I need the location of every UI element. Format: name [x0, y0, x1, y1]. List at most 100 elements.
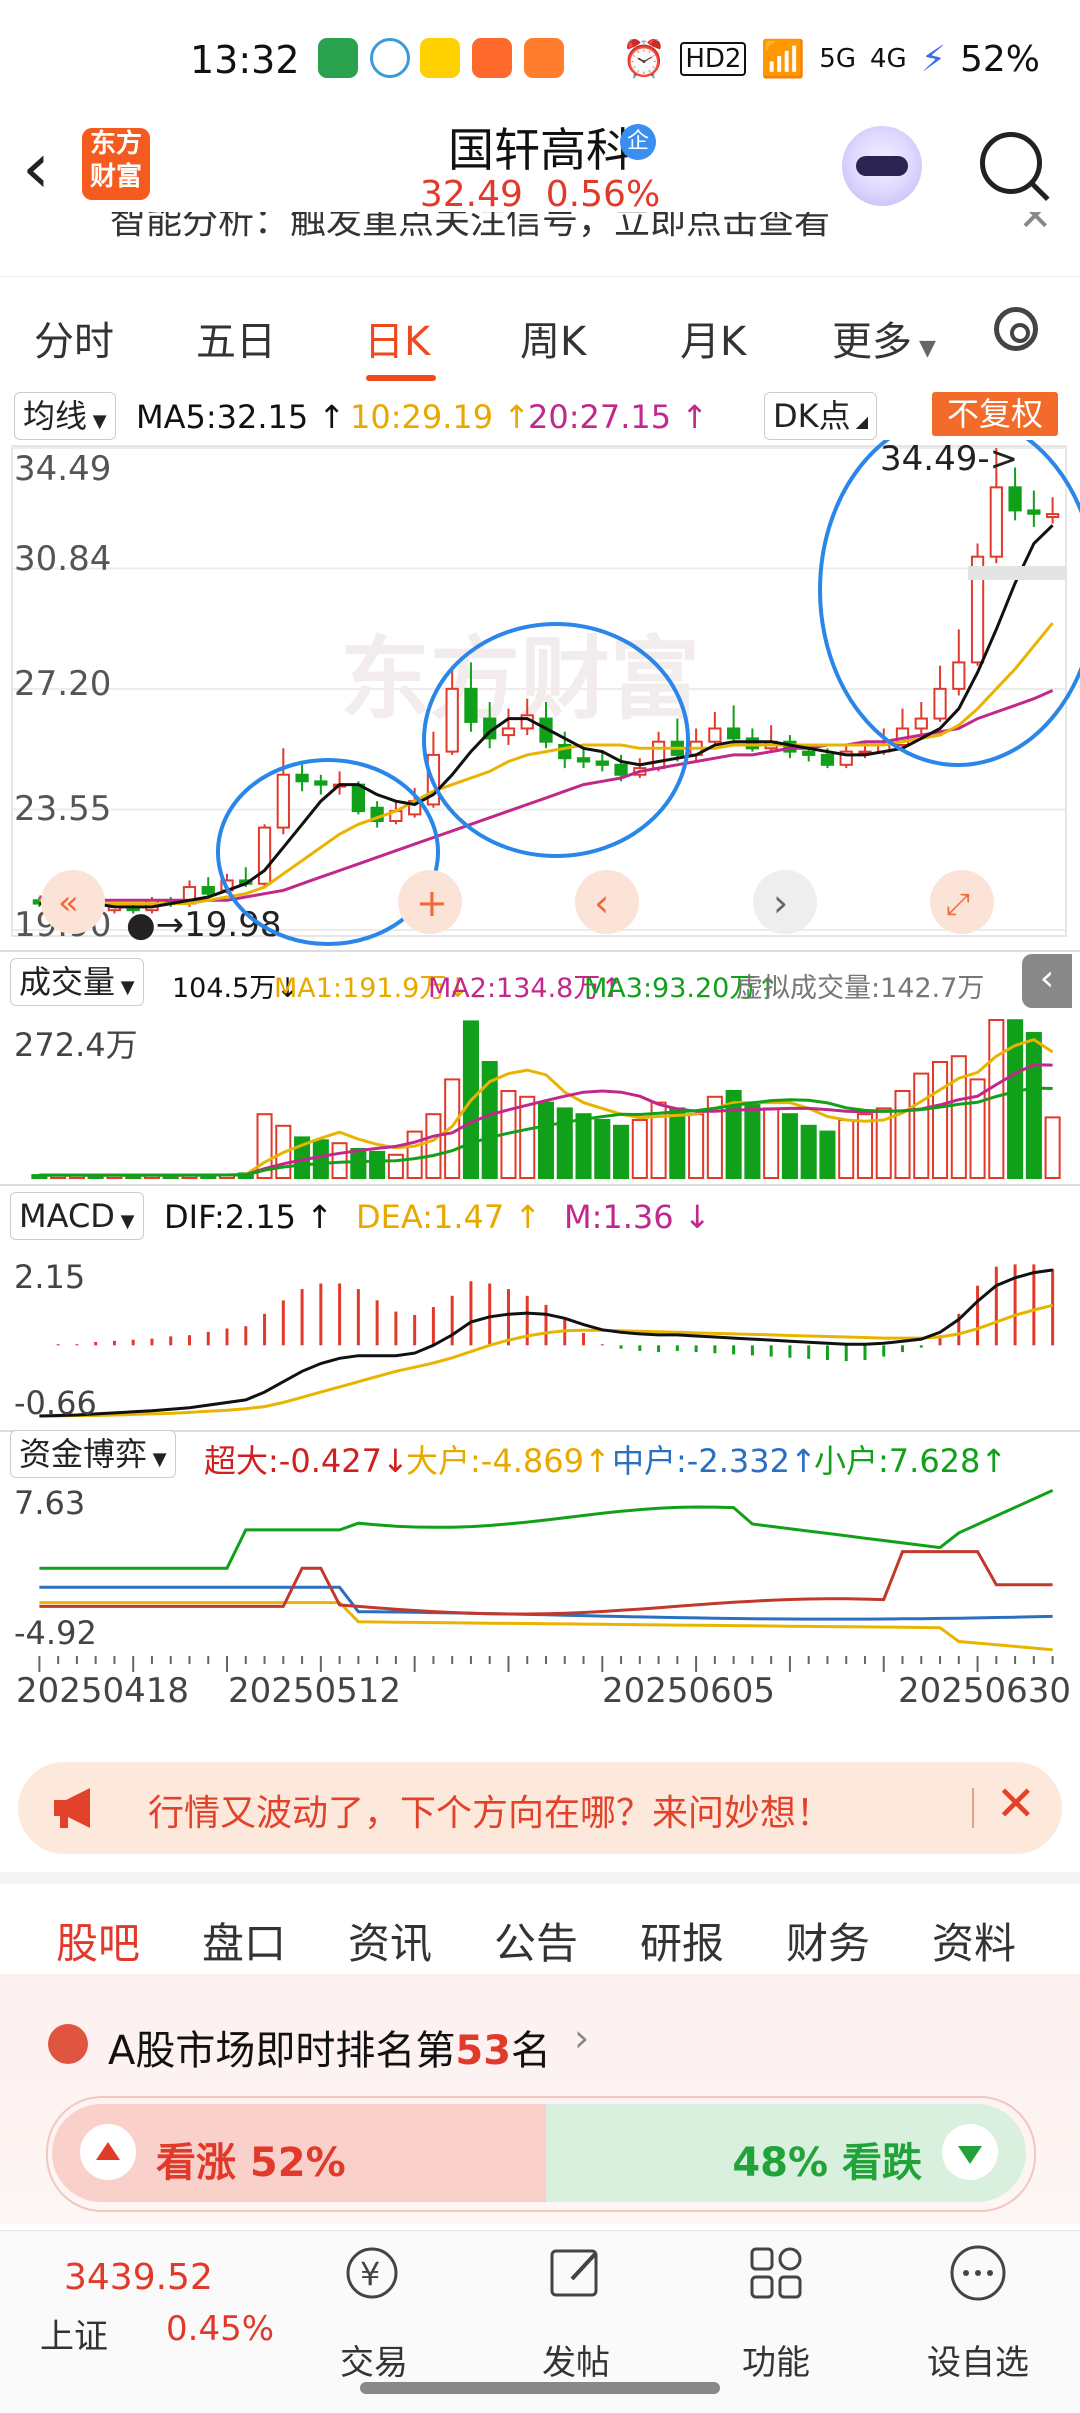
- more-options-icon[interactable]: [948, 2243, 1008, 2303]
- ranking-title[interactable]: A股市场即时排名第53名: [108, 2018, 551, 2076]
- bearish-vote-button[interactable]: 48% 看跌: [546, 2104, 1026, 2202]
- tab-daily-k[interactable]: 日K: [364, 309, 430, 367]
- plus-icon: +: [416, 881, 448, 925]
- volume-bar: [519, 1095, 536, 1180]
- candle-body: [989, 486, 1003, 558]
- wifi-icon: 📶: [760, 39, 806, 80]
- volume-bar: [369, 1150, 386, 1180]
- adjust-mode-button[interactable]: 不复权: [932, 392, 1058, 436]
- tab-five-day[interactable]: 五日: [196, 309, 276, 367]
- candle-body: [501, 727, 516, 737]
- tab-weekly-k[interactable]: 周K: [520, 309, 586, 367]
- signal-ticker[interactable]: 智能分析：触发重点关注信号，立即点击查看 ✕: [0, 212, 1080, 252]
- volume-selector[interactable]: 成交量 ▼: [10, 958, 144, 1006]
- ranking-suffix: 名: [511, 2028, 552, 2074]
- price-label-3: 27.20: [14, 664, 111, 704]
- fund-selector[interactable]: 资金博弈 ▼: [10, 1430, 176, 1478]
- bearish-label: 48% 看跌: [732, 2140, 922, 2186]
- ranking-prefix: A股市场即时排名第: [108, 2028, 456, 2074]
- nav-trade[interactable]: 交易: [304, 2335, 444, 2384]
- fund-super-large: 超大:-0.427↓: [204, 1442, 409, 1480]
- tab-news[interactable]: 资讯: [348, 1910, 432, 1971]
- candle-body: [1045, 513, 1060, 519]
- ma5-value: MA5:32.15 ↑: [136, 398, 346, 436]
- volume-bar: [575, 1113, 592, 1180]
- home-indicator[interactable]: [360, 2382, 720, 2394]
- ma20-text: 20:27.15: [528, 398, 672, 436]
- tab-monthly-k[interactable]: 月K: [680, 309, 746, 367]
- chevron-down-icon: ▼: [87, 411, 107, 432]
- ma20-value: 20:27.15 ↑: [528, 398, 709, 436]
- watermark: 东方财富: [340, 627, 700, 732]
- grid-icon[interactable]: [746, 2243, 806, 2303]
- price-label-4: 23.55: [14, 789, 111, 829]
- gear-icon[interactable]: [994, 307, 1038, 351]
- search-icon[interactable]: [980, 132, 1042, 194]
- volume-bar: [744, 1101, 761, 1180]
- content-tabs: 股吧 盘口 资讯 公告 研报 财务 资料: [0, 1872, 1080, 1984]
- tab-order-book[interactable]: 盘口: [202, 1910, 286, 1971]
- candle-body: [745, 737, 760, 750]
- nav-post[interactable]: 发帖: [506, 2335, 646, 2384]
- macd-dif-text: DIF:2.15: [164, 1198, 297, 1236]
- app-notification-icon-2: [472, 38, 512, 78]
- index-name: 上证: [40, 2317, 108, 2357]
- double-left-icon: «: [58, 883, 79, 923]
- candle-body: [295, 773, 309, 783]
- tab-intraday[interactable]: 分时: [34, 309, 114, 367]
- dk-point-selector[interactable]: DK点 ◢: [764, 392, 878, 440]
- macd-dea-text: DEA:1.47: [356, 1198, 505, 1236]
- tab-announcements[interactable]: 公告: [494, 1910, 578, 1971]
- chevron-down-icon: ▼: [115, 977, 135, 998]
- tab-profile[interactable]: 资料: [932, 1910, 1016, 1971]
- tab-finance[interactable]: 财务: [786, 1910, 870, 1971]
- chevron-right-icon[interactable]: ›: [574, 2016, 589, 2060]
- macd-bottom-label: -0.66: [14, 1384, 97, 1422]
- volume-bars: [31, 1019, 1061, 1180]
- chevron-down-icon: ▼: [114, 1211, 135, 1232]
- macd-selector-label: MACD: [19, 1197, 115, 1235]
- candle-body: [1027, 509, 1041, 515]
- ma-selector[interactable]: 均线 ▼: [14, 392, 116, 440]
- candle-body: [614, 763, 628, 776]
- close-icon[interactable]: ✕: [996, 1776, 1036, 1832]
- nav-add-watchlist[interactable]: 设自选: [908, 2335, 1048, 2384]
- tab-more[interactable]: 更多 ▼: [832, 309, 936, 367]
- fund-medium-text: 中户:-2.332: [612, 1442, 790, 1480]
- candle-body: [445, 687, 459, 753]
- price-change: 0.56%: [545, 174, 661, 215]
- candle-body: [933, 687, 947, 720]
- volume-bar: [819, 1130, 836, 1180]
- volume-bar: [856, 1113, 874, 1180]
- candle-body: [952, 661, 966, 690]
- nav-functions[interactable]: 功能: [706, 2335, 846, 2384]
- divider: [0, 1184, 1080, 1186]
- megaphone-icon: [54, 1788, 90, 1828]
- volume-ma1-text: MA1:191.9万: [274, 973, 447, 1004]
- ma5-text: MA5:32.15: [136, 398, 309, 436]
- index-value[interactable]: 3439.52: [64, 2257, 213, 2298]
- bullish-vote-button[interactable]: 看涨 52%: [52, 2104, 552, 2202]
- trade-icon[interactable]: ¥: [342, 2243, 402, 2303]
- tab-forum[interactable]: 股吧: [56, 1910, 140, 1971]
- date-label-3: 20250605: [602, 1671, 775, 1711]
- volume-bar: [613, 1124, 630, 1180]
- volume-ma2-text: MA2:134.8万: [428, 973, 601, 1004]
- ai-promo-banner[interactable]: 行情又波动了，下个方向在哪？来问妙想！ ✕: [18, 1762, 1062, 1854]
- fund-super-large-line: [39, 1550, 1053, 1616]
- close-icon[interactable]: ✕: [1018, 212, 1052, 240]
- divider: [0, 950, 1080, 952]
- expand-icon: ⤢: [946, 887, 970, 922]
- stock-chart-svg[interactable]: 东方财富 34.49 30.84 27.20 23.55 19.90 34.49…: [0, 440, 1080, 1740]
- fund-large-line: [39, 1601, 1053, 1652]
- volume-bar: [894, 1089, 911, 1180]
- collapse-panel-button[interactable]: ‹: [1022, 954, 1072, 1008]
- tab-research[interactable]: 研报: [640, 1910, 724, 1971]
- assistant-robot-icon[interactable]: [842, 126, 922, 206]
- candle-body: [576, 757, 591, 763]
- candle-body: [595, 760, 609, 766]
- date-label-1: 20250418: [16, 1671, 189, 1711]
- macd-selector[interactable]: MACD ▼: [10, 1192, 144, 1240]
- left-arrow-icon: ‹: [594, 881, 609, 925]
- compose-icon[interactable]: [546, 2243, 606, 2303]
